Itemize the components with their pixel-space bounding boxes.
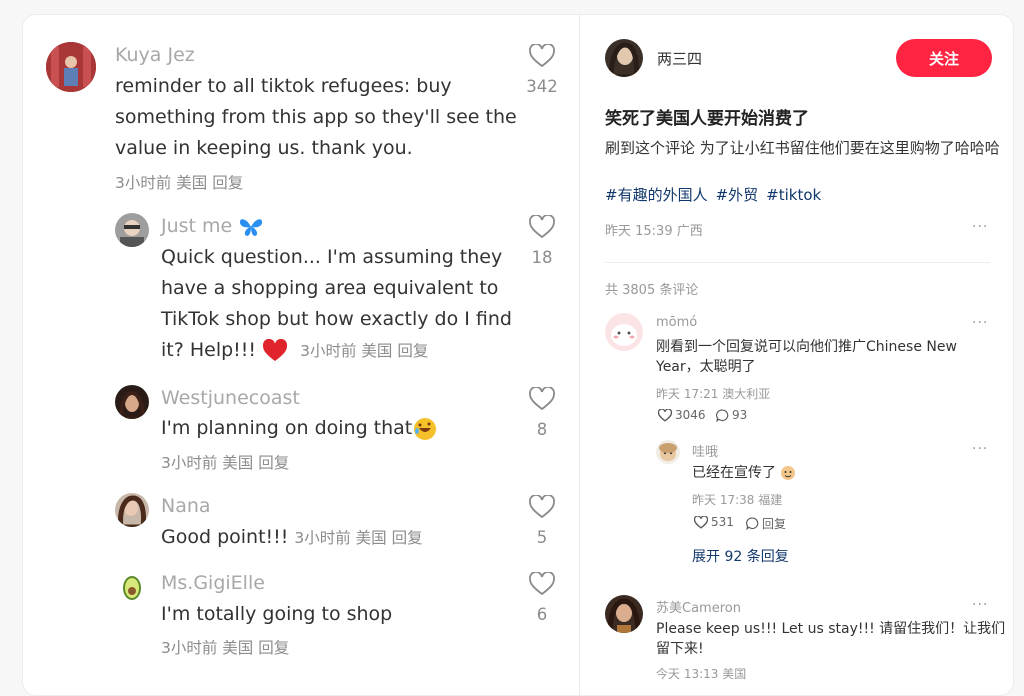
comment-username[interactable]: Ms.GigiElle xyxy=(161,572,265,594)
comment-username[interactable]: 苏美Cameron xyxy=(656,597,741,616)
comment-username[interactable]: Westjunecoast xyxy=(161,387,300,409)
comment-meta[interactable]: 3小时前 美国 回复 xyxy=(300,342,428,360)
avatar[interactable] xyxy=(115,493,149,527)
comment-text: reminder to all tiktok refugees: buy som… xyxy=(115,71,517,164)
more-icon[interactable]: ··· xyxy=(972,219,988,235)
post-date: 昨天 15:39 广西 xyxy=(605,224,703,239)
reply-action[interactable]: 回复 xyxy=(746,515,786,532)
comment-bubble-icon xyxy=(716,409,729,422)
more-icon[interactable]: ··· xyxy=(972,441,988,457)
comment-bubble-icon xyxy=(746,517,759,530)
heart-icon[interactable] xyxy=(529,387,555,411)
post-author[interactable]: 两三四 xyxy=(657,48,702,69)
comment-text: Quick question... I'm assuming they have… xyxy=(161,242,512,367)
comment-text-line: have a shopping area equivalent to xyxy=(161,277,499,299)
avatar[interactable] xyxy=(115,213,149,247)
post-detail-panel: 两三四 关注 笑死了美国人要开始消费了 刷到这个评论 为了让小红书留住他们要在这… xyxy=(580,15,1013,695)
comment-username[interactable]: Just me xyxy=(161,215,264,238)
comment-text-line-text: it? Help!!! xyxy=(161,339,257,361)
hashtag-link[interactable]: #tiktok xyxy=(766,186,821,204)
avatar[interactable] xyxy=(46,42,96,92)
comment-text-line: something from this app so they'll see t… xyxy=(115,106,517,128)
comment-text-line: 刚看到一个回复说可以向他们推广Chinese New xyxy=(656,339,957,355)
post-tags: #有趣的外国人 #外贸 #tiktok xyxy=(605,184,829,205)
divider xyxy=(605,262,990,263)
comment-text-line: it? Help!!! 3小时前 美国 回复 xyxy=(161,335,512,367)
comment-text-line: Good point!!! xyxy=(161,526,289,548)
rolling-laughing-icon xyxy=(414,417,437,440)
comment-username-text: Just me xyxy=(161,215,233,237)
comment-username[interactable]: Nana xyxy=(161,495,211,517)
reply-action[interactable]: 93 xyxy=(716,408,747,422)
comment-text: I'm planning on doing that xyxy=(161,413,438,444)
comment-text-line: TikTok shop but how exactly do I find xyxy=(161,308,512,330)
like-count: 8 xyxy=(536,420,548,439)
like-count: 6 xyxy=(536,605,548,624)
comment-meta[interactable]: 3小时前 美国 回复 xyxy=(161,636,289,658)
avatar[interactable] xyxy=(605,313,643,351)
comment-text-line: 留下来! xyxy=(656,641,704,657)
like-action[interactable]: 3046 xyxy=(658,408,706,422)
like-count: 5 xyxy=(536,528,548,547)
like-count: 18 xyxy=(531,248,553,267)
author-avatar[interactable] xyxy=(605,39,643,77)
comment-text-line: value in keeping us. thank you. xyxy=(115,137,413,159)
comment-date: 昨天 17:21 澳大利亚 xyxy=(656,387,771,401)
like-count: 531 xyxy=(711,515,734,529)
reply-label: 回复 xyxy=(762,517,787,531)
expand-replies-link[interactable]: 展开 92 条回复 xyxy=(692,546,789,566)
like-count: 342 xyxy=(526,77,558,96)
butterfly-icon xyxy=(240,218,263,236)
follow-button[interactable]: 关注 xyxy=(896,39,992,77)
comment-text-line: I'm planning on doing that xyxy=(161,417,413,439)
heart-icon[interactable] xyxy=(529,215,555,239)
like-count: 3046 xyxy=(675,408,706,422)
post-title: 笑死了美国人要开始消费了 xyxy=(605,109,809,129)
heart-icon xyxy=(694,515,708,529)
comment-meta[interactable]: 3小时前 美国 回复 xyxy=(161,451,289,473)
reply-count: 93 xyxy=(732,408,748,422)
comment-text-line: 已经在宣传了 xyxy=(692,465,776,481)
face-emoji-icon xyxy=(781,466,796,480)
comment-text-line: Quick question... I'm assuming they xyxy=(161,246,503,268)
more-icon[interactable]: ··· xyxy=(972,597,988,613)
comment-text: 已经在宣传了 xyxy=(692,463,796,483)
comment-meta[interactable]: 3小时前 美国 回复 xyxy=(115,171,243,193)
comments-card: Kuya Jez reminder to all tiktok refugees… xyxy=(22,14,1014,696)
like-action[interactable]: 531 xyxy=(694,515,734,529)
avocado-icon[interactable] xyxy=(115,570,149,604)
comment-text-line: reminder to all tiktok refugees: buy xyxy=(115,75,452,97)
comment-date: 今天 13:13 美国 xyxy=(656,667,747,681)
comment-count: 共 3805 条评论 xyxy=(605,283,699,298)
comment-username[interactable]: mōmó xyxy=(656,315,697,330)
heart-icon xyxy=(658,408,672,422)
avatar[interactable] xyxy=(605,595,643,633)
heart-icon[interactable] xyxy=(529,44,555,68)
heart-icon[interactable] xyxy=(529,495,555,519)
comment-text-line: Year，太聪明了 xyxy=(656,359,756,375)
avatar[interactable] xyxy=(115,385,149,419)
avatar[interactable] xyxy=(656,440,680,464)
comment-date: 昨天 17:38 福建 xyxy=(692,493,783,507)
comment-text: Good point!!! 3小时前 美国 回复 xyxy=(161,522,423,554)
hashtag-link[interactable]: #有趣的外国人 xyxy=(605,186,708,204)
comment-username[interactable]: 哇哦 xyxy=(692,441,718,460)
left-comment-panel: Kuya Jez reminder to all tiktok refugees… xyxy=(23,15,579,695)
comment-text-line: Please keep us!!! Let us stay!!! 请留住我们！让… xyxy=(656,621,1006,637)
more-icon[interactable]: ··· xyxy=(972,315,988,331)
red-heart-icon xyxy=(263,338,288,361)
comment-username[interactable]: Kuya Jez xyxy=(115,44,195,66)
comment-meta[interactable]: 3小时前 美国 回复 xyxy=(294,529,422,547)
comment-text: I'm totally going to shop xyxy=(161,603,393,625)
comment-text: 刚看到一个回复说可以向他们推广Chinese New Year，太聪明了 xyxy=(656,337,957,377)
post-body: 刷到这个评论 为了让小红书留住他们要在这里购物了哈哈哈 xyxy=(605,139,1000,157)
heart-icon[interactable] xyxy=(529,572,555,596)
comment-text: Please keep us!!! Let us stay!!! 请留住我们！让… xyxy=(656,619,1005,659)
hashtag-link[interactable]: #外贸 xyxy=(716,186,759,204)
